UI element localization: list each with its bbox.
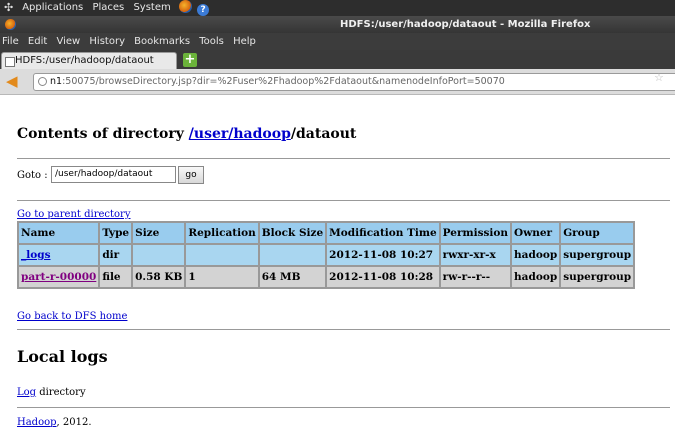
cell-name: _logs <box>19 245 99 265</box>
cell-modification-time: 2012-11-08 10:27 <box>327 245 439 265</box>
dfs-home-link[interactable]: Go back to DFS home <box>17 311 127 322</box>
firefox-icon[interactable] <box>5 19 16 30</box>
logs-dir-link[interactable]: _logs <box>21 249 51 261</box>
col-group: Group <box>561 223 634 243</box>
window-titlebar: HDFS:/user/hadoop/dataout - Mozilla Fire… <box>0 16 675 33</box>
log-directory-text: directory <box>36 387 86 398</box>
tab-hdfs[interactable]: HDFS:/user/hadoop/dataout <box>1 52 177 69</box>
cell-replication: 1 <box>186 267 258 287</box>
cell-permission: rw-r--r-- <box>440 267 511 287</box>
local-logs-heading: Local logs <box>17 347 108 366</box>
cell-owner: hadoop <box>512 245 560 265</box>
tab-label: HDFS:/user/hadoop/dataout <box>15 55 154 66</box>
divider <box>17 407 670 408</box>
menu-edit[interactable]: Edit <box>25 33 50 50</box>
page-title-prefix: Contents of directory <box>17 126 189 142</box>
site-identity-icon[interactable] <box>38 77 47 86</box>
path-current: /dataout <box>290 126 357 142</box>
table-header-row: Name Type Size Replication Block Size Mo… <box>19 223 634 243</box>
col-name: Name <box>19 223 99 243</box>
window-title: HDFS:/user/hadoop/dataout - Mozilla Fire… <box>340 19 591 30</box>
back-arrow-icon[interactable]: ◀ <box>6 73 30 90</box>
cell-modification-time: 2012-11-08 10:28 <box>327 267 439 287</box>
firefox-launcher-icon[interactable] <box>178 0 192 13</box>
col-size: Size <box>133 223 185 243</box>
menu-bookmarks[interactable]: Bookmarks <box>131 33 193 50</box>
divider <box>17 329 670 330</box>
places-menu[interactable]: Places <box>89 0 127 16</box>
menu-view[interactable]: View <box>53 33 83 50</box>
menu-file[interactable]: File <box>0 33 22 50</box>
cell-type: dir <box>100 245 132 265</box>
cell-size: 0.58 KB <box>133 267 185 287</box>
table-row: _logs dir 2012-11-08 10:27 rwxr-xr-x had… <box>19 245 634 265</box>
url-host: n1 <box>50 76 63 87</box>
url-path: :50075/browseDirectory.jsp?dir=%2Fuser%2… <box>62 76 505 87</box>
col-replication: Replication <box>186 223 258 243</box>
footer: Hadoop, 2012. <box>17 417 92 428</box>
menu-bar: File Edit View History Bookmarks Tools H… <box>0 33 675 50</box>
col-owner: Owner <box>512 223 560 243</box>
table-row: part-r-00000 file 0.58 KB 1 64 MB 2012-1… <box>19 267 634 287</box>
col-type: Type <box>100 223 132 243</box>
new-tab-button[interactable]: + <box>183 53 197 67</box>
system-menu[interactable]: System <box>130 0 173 16</box>
cell-name: part-r-00000 <box>19 267 99 287</box>
cell-block-size <box>259 245 326 265</box>
applications-menu[interactable]: Applications <box>19 0 86 16</box>
footer-text: , 2012. <box>56 417 92 428</box>
log-directory-line: Log directory <box>17 387 86 398</box>
page-title: Contents of directory /user/hadoop/datao… <box>17 126 356 142</box>
menu-tools[interactable]: Tools <box>196 33 227 50</box>
bookmark-star-icon[interactable]: ☆ <box>654 71 664 84</box>
cell-type: file <box>100 267 132 287</box>
help-icon[interactable]: ? <box>197 4 210 16</box>
path-link-hadoop[interactable]: /hadoop <box>228 126 291 142</box>
log-link[interactable]: Log <box>17 387 36 398</box>
hadoop-link[interactable]: Hadoop <box>17 417 57 428</box>
cell-block-size: 64 MB <box>259 267 326 287</box>
gnome-top-panel: ✣ Applications Places System ? <box>0 0 675 16</box>
parent-directory-link[interactable]: Go to parent directory <box>17 209 130 220</box>
goto-input[interactable]: /user/hadoop/dataout <box>51 166 176 183</box>
page-content: Contents of directory /user/hadoop/datao… <box>0 96 675 430</box>
cell-permission: rwxr-xr-x <box>440 245 511 265</box>
col-modification-time: Modification Time <box>327 223 439 243</box>
col-block-size: Block Size <box>259 223 326 243</box>
col-permission: Permission <box>440 223 511 243</box>
cell-group: supergroup <box>561 245 634 265</box>
directory-table: Name Type Size Replication Block Size Mo… <box>17 221 636 289</box>
navigation-bar: ◀ n1:50075/browseDirectory.jsp?dir=%2Fus… <box>0 69 675 95</box>
path-link-user[interactable]: /user <box>189 126 228 142</box>
cell-size <box>133 245 185 265</box>
part-file-link[interactable]: part-r-00000 <box>21 271 96 283</box>
divider <box>17 200 670 201</box>
menu-help[interactable]: Help <box>230 33 259 50</box>
cell-owner: hadoop <box>512 267 560 287</box>
divider <box>17 158 670 159</box>
cell-group: supergroup <box>561 267 634 287</box>
menu-history[interactable]: History <box>86 33 128 50</box>
goto-label: Goto : <box>17 170 48 181</box>
gnome-foot-icon: ✣ <box>4 1 14 14</box>
cell-replication <box>186 245 258 265</box>
tab-bar: HDFS:/user/hadoop/dataout + <box>0 50 675 69</box>
url-bar[interactable]: n1:50075/browseDirectory.jsp?dir=%2Fuser… <box>33 73 675 91</box>
go-button[interactable]: go <box>178 166 204 184</box>
page-icon <box>5 57 15 67</box>
